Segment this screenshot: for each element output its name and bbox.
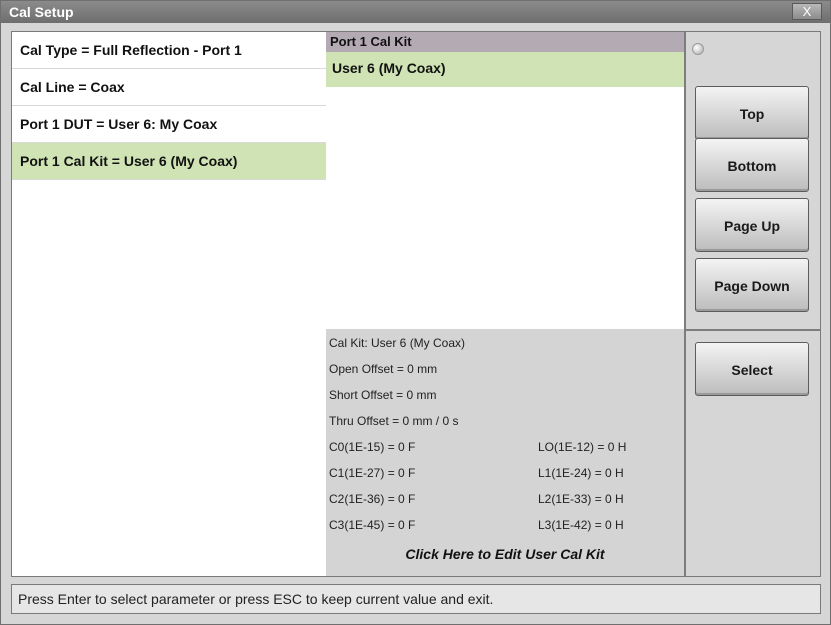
cal-kit-header: Port 1 Cal Kit: [326, 32, 684, 52]
list-item-cal-type[interactable]: Cal Type = Full Reflection - Port 1: [12, 32, 326, 69]
panel-divider: [686, 329, 820, 331]
details-l3: L3(1E-42) = 0 H: [538, 518, 624, 532]
window-title: Cal Setup: [9, 4, 74, 20]
close-button[interactable]: X: [792, 3, 822, 20]
details-thru-offset: Thru Offset = 0 mm / 0 s: [329, 414, 459, 428]
status-indicator-icon: [692, 43, 704, 55]
navigation-panel: Top Bottom Page Up Page Down Select: [686, 32, 820, 576]
cal-kit-panel: Port 1 Cal Kit User 6 (My Coax) Cal Kit:…: [326, 32, 686, 576]
content-area: Cal Type = Full Reflection - Port 1 Cal …: [11, 31, 821, 577]
cal-kit-option-user6[interactable]: User 6 (My Coax): [326, 52, 684, 87]
details-open-offset: Open Offset = 0 mm: [329, 362, 438, 376]
details-c1: C1(1E-27) = 0 F: [329, 466, 416, 480]
details-kit-name: Cal Kit: User 6 (My Coax): [329, 336, 466, 350]
list-item-port1-cal-kit[interactable]: Port 1 Cal Kit = User 6 (My Coax): [12, 143, 326, 180]
top-button[interactable]: Top: [695, 86, 809, 140]
cal-setup-window: Cal Setup X Cal Type = Full Reflection -…: [0, 0, 831, 625]
edit-user-cal-kit-link[interactable]: Click Here to Edit User Cal Kit: [326, 546, 684, 562]
details-c3: C3(1E-45) = 0 F: [329, 518, 416, 532]
details-l2: L2(1E-33) = 0 H: [538, 492, 624, 506]
select-button[interactable]: Select: [695, 342, 809, 396]
list-item-cal-line[interactable]: Cal Line = Coax: [12, 69, 326, 106]
bottom-button[interactable]: Bottom: [695, 138, 809, 192]
status-bar: Press Enter to select parameter or press…: [11, 584, 821, 614]
details-short-offset: Short Offset = 0 mm: [329, 388, 437, 402]
list-item-port1-dut[interactable]: Port 1 DUT = User 6: My Coax: [12, 106, 326, 143]
page-down-button[interactable]: Page Down: [695, 258, 809, 312]
cal-kit-details: Cal Kit: User 6 (My Coax) Open Offset = …: [326, 329, 684, 576]
details-l1: L1(1E-24) = 0 H: [538, 466, 624, 480]
title-bar: Cal Setup X: [1, 1, 830, 23]
parameter-list: Cal Type = Full Reflection - Port 1 Cal …: [12, 32, 327, 576]
details-l0: LO(1E-12) = 0 H: [538, 440, 627, 454]
page-up-button[interactable]: Page Up: [695, 198, 809, 252]
details-c0: C0(1E-15) = 0 F: [329, 440, 416, 454]
details-c2: C2(1E-36) = 0 F: [329, 492, 416, 506]
